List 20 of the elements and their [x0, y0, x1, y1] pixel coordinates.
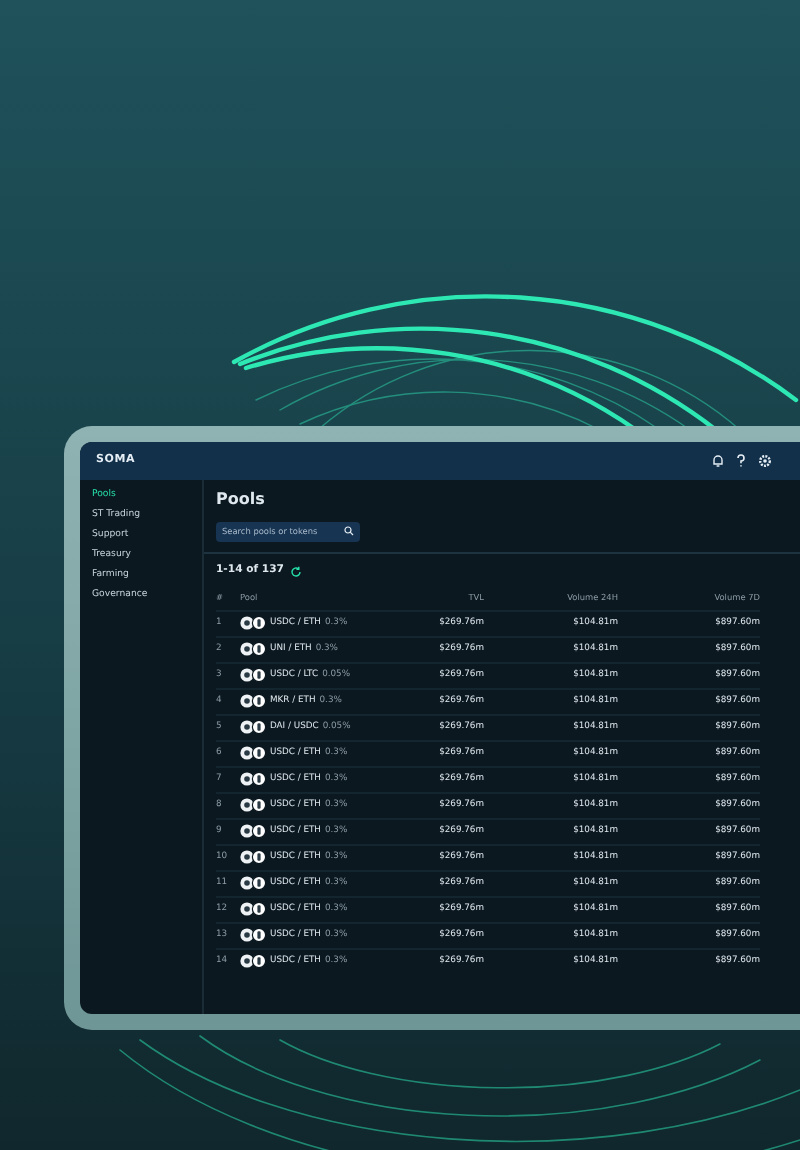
token-pair-icon [240, 928, 266, 943]
settings-icon[interactable] [758, 454, 772, 468]
help-icon[interactable] [736, 454, 746, 468]
token-pair-icon [240, 642, 266, 657]
token-pair-icon [240, 954, 266, 969]
token-pair-icon [240, 668, 266, 683]
page-title: Pools [216, 490, 267, 510]
token-pair-icon [240, 746, 266, 761]
token-pair-icon [240, 772, 266, 787]
token-pair-icon [240, 616, 266, 631]
token-pair-icon [240, 850, 266, 865]
token-pair-icon [240, 694, 266, 709]
token-pair-icon [240, 798, 266, 813]
token-pair-icon [240, 720, 266, 735]
bell-icon[interactable] [712, 454, 724, 468]
token-pair-icon [240, 876, 266, 891]
refresh-icon[interactable] [289, 565, 302, 578]
token-pair-icon [240, 824, 266, 839]
token-pair-icon [240, 902, 266, 917]
search-icon[interactable] [344, 526, 354, 537]
